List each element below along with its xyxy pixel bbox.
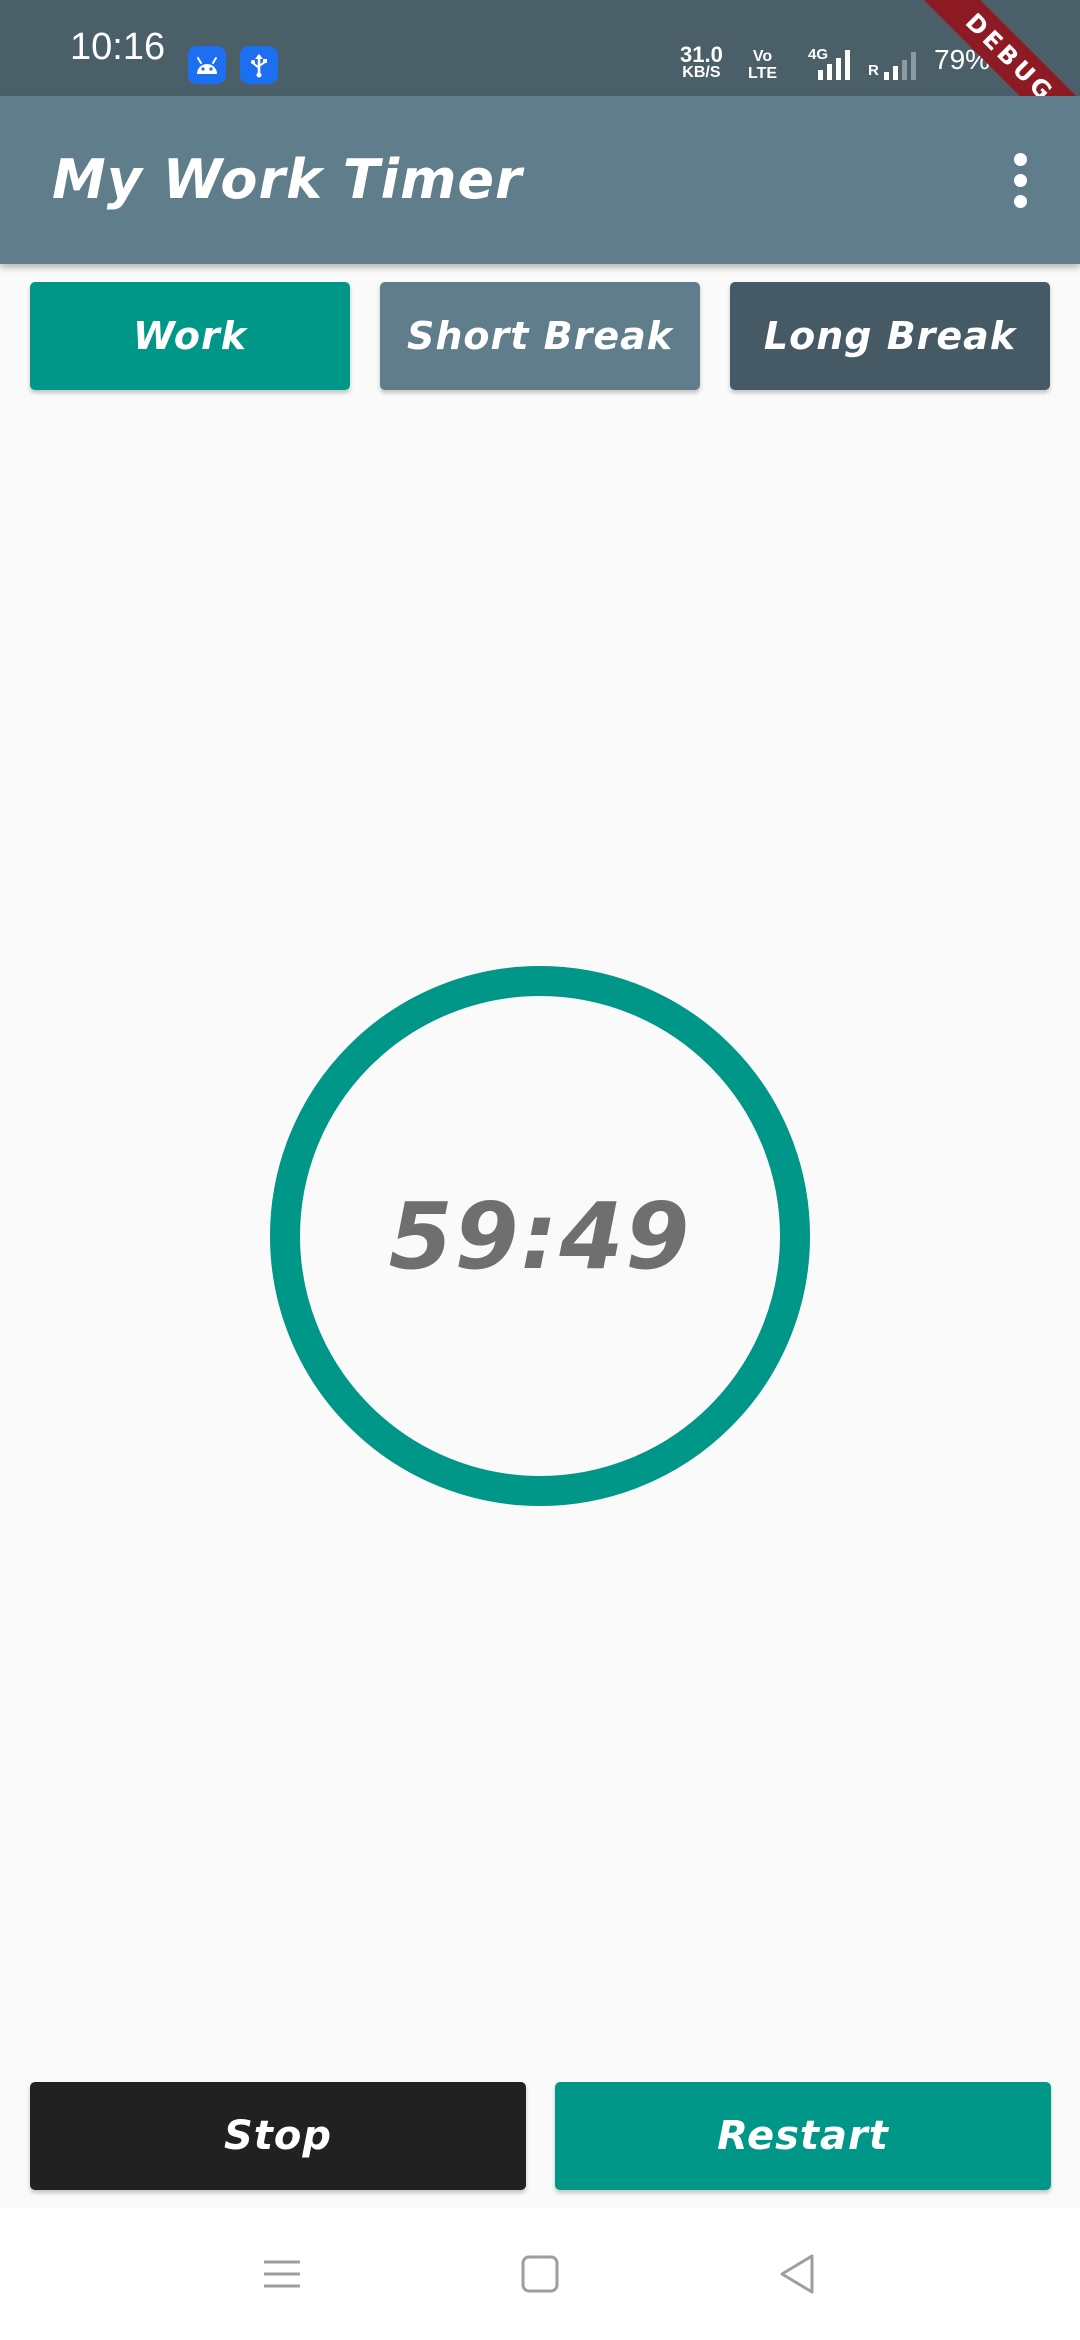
signal-strength-secondary-icon bbox=[884, 48, 916, 80]
work-button[interactable]: Work bbox=[30, 282, 350, 390]
back-icon[interactable] bbox=[766, 2244, 826, 2304]
short-break-button[interactable]: Short Break bbox=[380, 282, 700, 390]
navigation-bar bbox=[0, 2208, 1080, 2340]
home-icon[interactable] bbox=[510, 2244, 570, 2304]
volte-indicator: Vo LTE bbox=[748, 48, 777, 82]
menu-icon[interactable] bbox=[252, 2244, 312, 2304]
timer-progress-ring: 59:49 bbox=[270, 966, 810, 1506]
volte-top-label: Vo bbox=[752, 48, 773, 65]
usb-icon bbox=[240, 46, 278, 84]
network-speed: 31.0 KB/S bbox=[680, 42, 723, 82]
signal-strength-icon bbox=[818, 48, 850, 80]
roaming-label: R bbox=[868, 62, 879, 79]
android-icon bbox=[188, 46, 226, 84]
more-vert-icon[interactable] bbox=[980, 136, 1060, 224]
restart-button[interactable]: Restart bbox=[555, 2082, 1051, 2190]
volte-bottom-label: LTE bbox=[748, 65, 778, 82]
network-speed-value: 31.0 bbox=[680, 42, 723, 67]
network-speed-unit: KB/S bbox=[682, 64, 721, 81]
timer-display: 59:49 bbox=[388, 1182, 692, 1290]
app-title: My Work Timer bbox=[52, 148, 523, 211]
status-bar: 10:16 31.0 KB/S Vo LTE 4G R 79% DEBUG bbox=[0, 0, 1080, 172]
status-time: 10:16 bbox=[70, 26, 166, 68]
long-break-button[interactable]: Long Break bbox=[730, 282, 1050, 390]
app-bar: My Work Timer bbox=[0, 96, 1080, 264]
stop-button[interactable]: Stop bbox=[30, 2082, 526, 2190]
